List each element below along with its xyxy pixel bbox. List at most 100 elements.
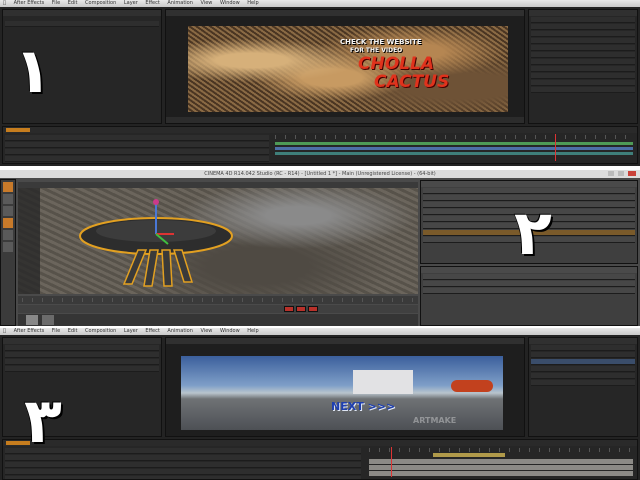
material-swatch[interactable]: [42, 315, 54, 325]
menu-item-help[interactable]: Help: [247, 0, 258, 6]
layer-bar-grey[interactable]: [369, 471, 633, 476]
menu-item-animation[interactable]: Animation: [167, 0, 193, 6]
list-item[interactable]: [531, 87, 635, 93]
list-item[interactable]: [531, 52, 635, 58]
time-ruler[interactable]: [369, 448, 633, 452]
menu-item-composition[interactable]: Composition: [85, 0, 116, 6]
effects-panel-tab[interactable]: [529, 10, 637, 16]
timeline-tab-marker[interactable]: [6, 128, 30, 132]
tool-button[interactable]: [3, 182, 13, 192]
table-row[interactable]: [5, 156, 269, 162]
list-item[interactable]: [531, 66, 635, 72]
layer-bar-teal[interactable]: [275, 152, 633, 155]
menu-item-layer[interactable]: Layer: [124, 328, 138, 334]
attribute-row[interactable]: [423, 274, 635, 280]
object-manager-tab[interactable]: [421, 181, 637, 187]
table-row[interactable]: [5, 142, 269, 148]
project-panel-tab[interactable]: [3, 338, 161, 344]
close-icon[interactable]: [628, 171, 636, 176]
list-item[interactable]: [5, 345, 159, 351]
table-row[interactable]: [5, 462, 361, 468]
menu-item-effect[interactable]: Effect: [145, 328, 159, 334]
menu-item-composition[interactable]: Composition: [85, 328, 116, 334]
timeline-tab[interactable]: [3, 127, 637, 133]
window-title: CINEMA 4D R14.042 Studio (RC - R14) - [U…: [0, 170, 640, 178]
list-item[interactable]: [5, 359, 159, 365]
menu-item-window[interactable]: Window: [220, 328, 240, 334]
layer-bar-grey[interactable]: [369, 459, 633, 464]
menu-item-help[interactable]: Help: [247, 328, 258, 334]
composition-tab[interactable]: [166, 338, 524, 344]
cactus-preview-frame[interactable]: CHECK THE WEBSITE FOR THE VIDEO CHOLLA C…: [188, 26, 508, 112]
work-area-bar[interactable]: [433, 453, 505, 457]
list-item[interactable]: [531, 352, 635, 358]
menu-item-window[interactable]: Window: [220, 0, 240, 6]
layer-bar-grey[interactable]: [369, 465, 633, 470]
layer-bar-green[interactable]: [275, 142, 633, 145]
list-item[interactable]: [5, 352, 159, 358]
list-item-selected[interactable]: [531, 359, 635, 365]
list-item[interactable]: [423, 188, 635, 194]
timeline-tab[interactable]: [3, 440, 637, 446]
menu-item-animation[interactable]: Animation: [167, 328, 193, 334]
airport-preview-frame[interactable]: NEXT >>> ARTMAKE: [181, 356, 503, 430]
list-item[interactable]: [5, 21, 159, 27]
list-item[interactable]: [531, 80, 635, 86]
apple-menu-icon[interactable]: : [3, 328, 6, 334]
playhead[interactable]: [391, 447, 392, 477]
list-item[interactable]: [531, 73, 635, 79]
minimize-icon[interactable]: [608, 171, 615, 176]
list-item[interactable]: [5, 366, 159, 372]
list-item[interactable]: [531, 31, 635, 37]
step-number-2: ٢: [514, 196, 552, 269]
composition-tab[interactable]: [166, 10, 524, 16]
material-swatch[interactable]: [26, 315, 38, 325]
time-ruler[interactable]: [22, 298, 414, 302]
3d-viewport[interactable]: [18, 182, 418, 294]
list-item[interactable]: [531, 38, 635, 44]
attribute-row[interactable]: [423, 288, 635, 294]
tool-button[interactable]: [3, 242, 13, 252]
menu-item-edit[interactable]: Edit: [68, 328, 78, 334]
record-button[interactable]: [296, 306, 306, 312]
viewport-menu: [18, 182, 418, 188]
list-item[interactable]: [531, 45, 635, 51]
record-button[interactable]: [308, 306, 318, 312]
list-item[interactable]: [531, 59, 635, 65]
table-row[interactable]: [5, 469, 361, 475]
attribute-row[interactable]: [423, 281, 635, 287]
list-item[interactable]: [531, 24, 635, 30]
list-item[interactable]: [531, 17, 635, 23]
tool-button[interactable]: [3, 218, 13, 228]
effects-panel-tab[interactable]: [529, 338, 637, 344]
playhead[interactable]: [555, 134, 556, 161]
preview-title-cholla: CHOLLA: [358, 54, 434, 74]
table-row[interactable]: [5, 149, 269, 155]
table-row[interactable]: [5, 135, 269, 141]
menu-item-file[interactable]: File: [52, 0, 60, 6]
list-item[interactable]: [531, 366, 635, 372]
menu-item-view[interactable]: View: [201, 328, 213, 334]
menu-item-app[interactable]: After Effects: [14, 328, 45, 334]
tool-button[interactable]: [3, 230, 13, 240]
menu-item-effect[interactable]: Effect: [145, 0, 159, 6]
layer-bar-blue[interactable]: [275, 147, 633, 150]
menu-item-edit[interactable]: Edit: [68, 0, 78, 6]
menu-item-app[interactable]: After Effects: [14, 0, 45, 6]
menu-item-view[interactable]: View: [201, 0, 213, 6]
menu-item-layer[interactable]: Layer: [124, 0, 138, 6]
table-row[interactable]: [5, 476, 361, 479]
time-ruler[interactable]: [275, 135, 633, 139]
tool-button[interactable]: [3, 206, 13, 216]
apple-menu-icon[interactable]: : [3, 0, 6, 6]
tool-button[interactable]: [3, 194, 13, 204]
window-controls: [606, 171, 636, 177]
ufo-model[interactable]: [76, 198, 256, 288]
maximize-icon[interactable]: [618, 171, 625, 176]
list-item[interactable]: [531, 380, 635, 386]
menu-item-file[interactable]: File: [52, 328, 60, 334]
animation-bar: [18, 296, 418, 304]
list-item[interactable]: [531, 373, 635, 379]
record-button[interactable]: [284, 306, 294, 312]
list-item[interactable]: [531, 345, 635, 351]
